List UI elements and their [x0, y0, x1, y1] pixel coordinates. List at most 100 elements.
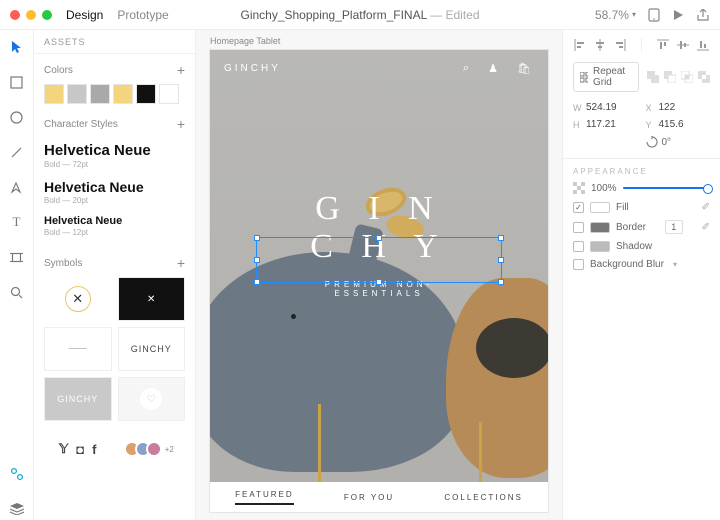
- text-tool[interactable]: T: [6, 211, 28, 233]
- chevron-down-icon: ▾: [632, 10, 636, 19]
- opacity-row[interactable]: 100%: [573, 182, 710, 194]
- fill-color[interactable]: [590, 202, 610, 213]
- symbol-item[interactable]: ———: [44, 327, 112, 371]
- symbol-item[interactable]: +2: [118, 427, 186, 471]
- rotation-field[interactable]: 0°: [646, 136, 711, 148]
- bool-subtract-icon[interactable]: [664, 71, 676, 83]
- bool-exclude-icon[interactable]: [698, 71, 710, 83]
- opacity-slider[interactable]: [623, 187, 710, 189]
- charstyle-item[interactable]: Helvetica Neue Bold — 12pt: [44, 211, 185, 243]
- avatar-icon: [146, 441, 162, 457]
- rectangle-tool[interactable]: [6, 71, 28, 93]
- minimize-window-icon[interactable]: [26, 10, 36, 20]
- symbol-item[interactable]: ✕: [118, 277, 186, 321]
- titlebar: Design Prototype Ginchy_Shopping_Platfor…: [0, 0, 720, 30]
- add-symbol-button[interactable]: +: [177, 255, 185, 271]
- twitter-icon: 𝕐: [59, 441, 68, 457]
- align-left-icon[interactable]: [573, 38, 587, 52]
- charstyle-name: Helvetica Neue: [44, 179, 185, 195]
- align-tools: [573, 38, 710, 52]
- rotate-icon: [646, 136, 658, 148]
- close-window-icon[interactable]: [10, 10, 20, 20]
- zoom-tool[interactable]: [6, 281, 28, 303]
- symbol-item[interactable]: 𝕐 ◘ f: [44, 427, 112, 471]
- border-color[interactable]: [590, 222, 610, 233]
- chevron-down-icon[interactable]: ▾: [673, 260, 677, 269]
- nav-collections: COLLECTIONS: [444, 493, 522, 502]
- artboard[interactable]: GINCHY ⌕ ♟ 🛍 G I N C H Y PREMIUM NON-ESS…: [210, 50, 548, 512]
- bgblur-label: Background Blur: [590, 259, 664, 270]
- tab-prototype[interactable]: Prototype: [117, 8, 168, 22]
- facebook-icon: f: [92, 442, 96, 457]
- layers-panel-icon[interactable]: [6, 498, 28, 520]
- x-field[interactable]: X122: [646, 102, 711, 113]
- symbols-label: Symbols: [44, 258, 82, 269]
- symbol-item[interactable]: GINCHY: [44, 377, 112, 421]
- border-checkbox[interactable]: [573, 222, 584, 233]
- y-field[interactable]: Y415.6: [646, 119, 711, 130]
- eyedropper-icon[interactable]: ✐: [702, 222, 710, 233]
- opacity-icon: [573, 182, 585, 194]
- hero-prop: [318, 404, 321, 482]
- shadow-color[interactable]: [590, 241, 610, 252]
- canvas[interactable]: Homepage Tablet GINCHY ⌕ ♟ 🛍 G I N C H Y…: [196, 30, 562, 520]
- bool-intersect-icon[interactable]: [681, 71, 693, 83]
- add-charstyle-button[interactable]: +: [177, 116, 185, 132]
- search-icon: ⌕: [463, 62, 472, 75]
- mock-bottom-nav: FEATURED FOR YOU COLLECTIONS: [210, 482, 548, 512]
- colors-label: Colors: [44, 65, 73, 76]
- shadow-label: Shadow: [616, 241, 652, 252]
- eyedropper-icon[interactable]: ✐: [702, 202, 710, 213]
- align-top-icon[interactable]: [656, 38, 670, 52]
- color-swatch[interactable]: [90, 84, 110, 104]
- border-width-field[interactable]: 1: [665, 220, 683, 234]
- select-tool[interactable]: [6, 36, 28, 58]
- symbol-item[interactable]: GINCHY: [118, 327, 186, 371]
- maximize-window-icon[interactable]: [42, 10, 52, 20]
- play-preview-icon[interactable]: [672, 9, 684, 21]
- symbol-item[interactable]: ✕: [44, 277, 112, 321]
- color-swatch[interactable]: [67, 84, 87, 104]
- opacity-value: 100%: [591, 183, 617, 194]
- toolbar: T: [0, 30, 34, 520]
- height-field[interactable]: H117.21: [573, 119, 638, 130]
- align-bottom-icon[interactable]: [696, 38, 710, 52]
- nav-foryou: FOR YOU: [344, 493, 394, 502]
- shadow-checkbox[interactable]: [573, 241, 584, 252]
- repeat-grid-button[interactable]: Repeat Grid: [573, 62, 639, 92]
- heart-icon: ♡: [140, 388, 162, 410]
- color-swatch[interactable]: [136, 84, 156, 104]
- line-tool[interactable]: [6, 141, 28, 163]
- bool-add-icon[interactable]: [647, 71, 659, 83]
- color-swatch[interactable]: [113, 84, 133, 104]
- ellipse-tool[interactable]: [6, 106, 28, 128]
- add-color-button[interactable]: +: [177, 62, 185, 78]
- device-preview-icon[interactable]: [648, 8, 660, 22]
- artboard-label[interactable]: Homepage Tablet: [210, 36, 280, 46]
- align-vcenter-icon[interactable]: [676, 38, 690, 52]
- align-hcenter-icon[interactable]: [593, 38, 607, 52]
- selection-box[interactable]: [256, 237, 502, 283]
- avatar-more: +2: [165, 445, 174, 454]
- width-field[interactable]: W524.19: [573, 102, 638, 113]
- share-icon[interactable]: [696, 9, 710, 21]
- zoom-control[interactable]: 58.7% ▾: [595, 8, 636, 22]
- bag-icon: 🛍: [517, 62, 534, 75]
- assets-panel: ASSETS Colors + Character Styles + Helve: [34, 30, 196, 520]
- assets-panel-icon[interactable]: [6, 463, 28, 485]
- color-swatch[interactable]: [44, 84, 64, 104]
- pen-tool[interactable]: [6, 176, 28, 198]
- charstyle-meta: Bold — 20pt: [44, 196, 185, 205]
- tab-design[interactable]: Design: [66, 8, 103, 22]
- align-right-icon[interactable]: [613, 38, 627, 52]
- artboard-tool[interactable]: [6, 246, 28, 268]
- charstyle-meta: Bold — 12pt: [44, 228, 185, 237]
- color-swatch[interactable]: [159, 84, 179, 104]
- fill-checkbox[interactable]: [573, 202, 584, 213]
- charstyle-item[interactable]: Helvetica Neue Bold — 72pt: [44, 138, 185, 175]
- brand-logo: GINCHY: [224, 63, 281, 74]
- symbol-item[interactable]: ♡: [118, 377, 186, 421]
- bgblur-checkbox[interactable]: [573, 259, 584, 270]
- hero-prop: [479, 422, 482, 482]
- charstyle-item[interactable]: Helvetica Neue Bold — 20pt: [44, 175, 185, 211]
